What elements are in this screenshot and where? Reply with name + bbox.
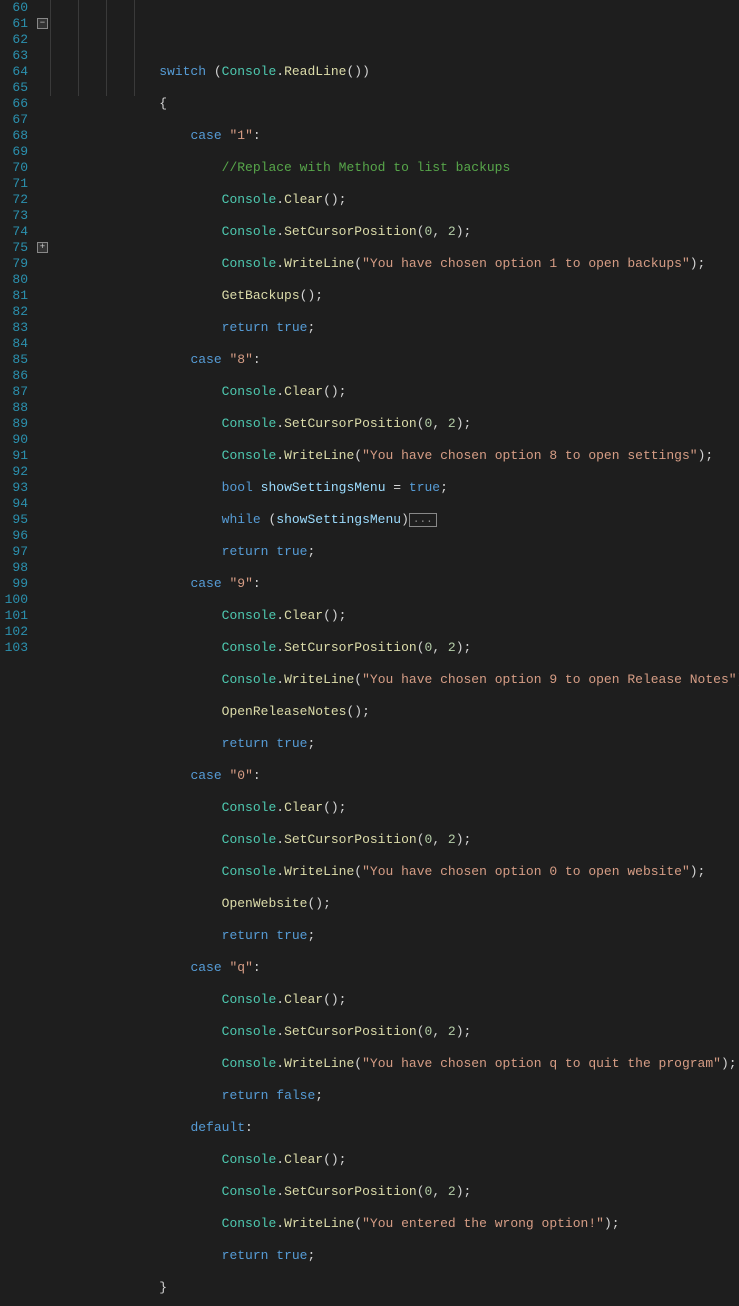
code-line: Console.WriteLine("You entered the wrong… [50,1216,739,1232]
line-number: 86 [0,368,28,384]
line-number: 95 [0,512,28,528]
fold-gutter: − + [36,0,50,653]
code-line: Console.WriteLine("You have chosen optio… [50,256,739,272]
line-number: 82 [0,304,28,320]
line-number: 60 [0,0,28,16]
code-line: OpenWebsite(); [50,896,739,912]
fold-toggle-collapsed[interactable]: + [37,242,48,253]
line-number: 93 [0,480,28,496]
line-number: 69 [0,144,28,160]
line-number: 85 [0,352,28,368]
code-line: } [50,1280,739,1296]
line-number: 72 [0,192,28,208]
code-line: Console.Clear(); [50,192,739,208]
code-line: case "8": [50,352,739,368]
code-line: Console.Clear(); [50,800,739,816]
line-number-gutter: 60 61 62 63 64 65 66 67 68 69 70 71 72 7… [0,0,36,653]
line-number: 81 [0,288,28,304]
code-line: switch (Console.ReadLine()) [50,64,739,80]
code-line: return true; [50,1248,739,1264]
line-number: 65 [0,80,28,96]
line-number: 80 [0,272,28,288]
code-line: Console.Clear(); [50,992,739,1008]
line-number: 67 [0,112,28,128]
code-line: Console.WriteLine("You have chosen optio… [50,1056,739,1072]
code-line: Console.Clear(); [50,1152,739,1168]
code-line: { [50,96,739,112]
line-number: 68 [0,128,28,144]
line-number: 103 [0,640,28,656]
code-line: Console.SetCursorPosition(0, 2); [50,832,739,848]
line-number: 66 [0,96,28,112]
line-number: 88 [0,400,28,416]
line-number: 99 [0,576,28,592]
code-line: Console.Clear(); [50,608,739,624]
code-line: default: [50,1120,739,1136]
line-number: 102 [0,624,28,640]
line-number: 74 [0,224,28,240]
code-line: bool showSettingsMenu = true; [50,480,739,496]
code-line: return true; [50,736,739,752]
line-number: 61 [0,16,28,32]
code-line: return true; [50,544,739,560]
line-number: 98 [0,560,28,576]
line-number: 87 [0,384,28,400]
code-line: Console.WriteLine("You have chosen optio… [50,864,739,880]
code-line: Console.SetCursorPosition(0, 2); [50,640,739,656]
code-line: case "9": [50,576,739,592]
folded-region-icon[interactable]: ... [409,513,437,527]
line-number: 73 [0,208,28,224]
line-number: 64 [0,64,28,80]
line-number: 83 [0,320,28,336]
code-area[interactable]: switch (Console.ReadLine()) { case "1": … [50,0,739,653]
line-number: 101 [0,608,28,624]
line-number: 100 [0,592,28,608]
code-line: case "q": [50,960,739,976]
line-number: 79 [0,256,28,272]
code-line: Console.Clear(); [50,384,739,400]
code-line: return true; [50,320,739,336]
line-number: 97 [0,544,28,560]
code-line: Console.WriteLine("You have chosen optio… [50,448,739,464]
code-line: //Replace with Method to list backups [50,160,739,176]
code-line: Console.SetCursorPosition(0, 2); [50,1024,739,1040]
line-number: 92 [0,464,28,480]
code-line: while (showSettingsMenu)... [50,512,739,528]
line-number: 91 [0,448,28,464]
code-line: OpenReleaseNotes(); [50,704,739,720]
line-number: 84 [0,336,28,352]
code-line: GetBackups(); [50,288,739,304]
line-number: 96 [0,528,28,544]
code-line: case "1": [50,128,739,144]
line-number: 62 [0,32,28,48]
line-number: 75 [0,240,28,256]
code-line: case "0": [50,768,739,784]
code-line: Console.SetCursorPosition(0, 2); [50,416,739,432]
line-number: 70 [0,160,28,176]
code-line: Console.SetCursorPosition(0, 2); [50,224,739,240]
fold-toggle-expanded[interactable]: − [37,18,48,29]
line-number: 63 [0,48,28,64]
code-editor[interactable]: 60 61 62 63 64 65 66 67 68 69 70 71 72 7… [0,0,739,653]
line-number: 89 [0,416,28,432]
line-number: 71 [0,176,28,192]
line-number: 94 [0,496,28,512]
code-line: return true; [50,928,739,944]
code-line [50,32,739,48]
line-number: 90 [0,432,28,448]
code-line: Console.WriteLine("You have chosen optio… [50,672,739,688]
code-line: Console.SetCursorPosition(0, 2); [50,1184,739,1200]
code-line: return false; [50,1088,739,1104]
